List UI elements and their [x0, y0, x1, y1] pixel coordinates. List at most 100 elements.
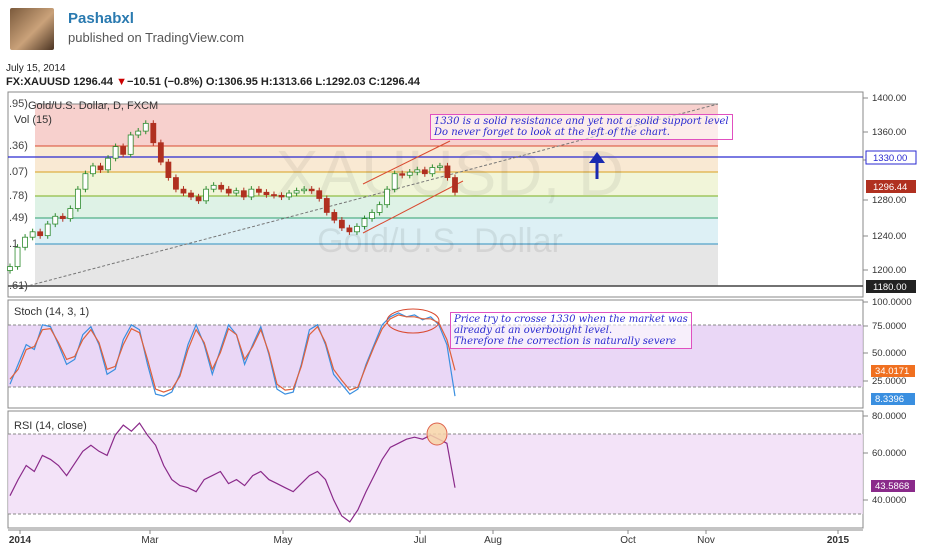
- candle[interactable]: [165, 161, 172, 178]
- candle[interactable]: [338, 219, 345, 229]
- x-tick-label: 2015: [827, 535, 850, 546]
- candle[interactable]: [286, 192, 292, 198]
- rsi-band: [8, 434, 863, 514]
- candle[interactable]: [157, 142, 164, 163]
- candle[interactable]: [142, 122, 149, 132]
- fib-label: .07): [9, 166, 28, 178]
- y-tick-label: 1280.00: [872, 195, 906, 206]
- candle[interactable]: [203, 188, 210, 202]
- stoch-d-tag: 8.3396: [875, 394, 904, 405]
- candle[interactable]: [414, 169, 421, 173]
- candle[interactable]: [316, 190, 323, 199]
- candle[interactable]: [263, 191, 270, 196]
- candle[interactable]: [361, 218, 368, 227]
- candle[interactable]: [112, 146, 119, 159]
- candle[interactable]: [218, 184, 225, 190]
- watermark-name: Gold/U.S. Dollar: [317, 222, 563, 260]
- y-tick-label: 1240.00: [872, 231, 906, 242]
- candle[interactable]: [180, 188, 187, 194]
- resistance-tag: 1330.00: [873, 153, 907, 164]
- fib-label: .61): [9, 280, 28, 292]
- candle[interactable]: [331, 212, 338, 221]
- candle[interactable]: [271, 194, 277, 197]
- candle[interactable]: [391, 173, 398, 190]
- candle[interactable]: [240, 190, 247, 198]
- main-title: Gold/U.S. Dollar, D, FXCM: [28, 100, 159, 112]
- x-axis[interactable]: 2014 Mar May Jul Aug Oct Nov 2015: [8, 529, 863, 546]
- candle[interactable]: [150, 122, 157, 144]
- fib-label: .36): [9, 140, 28, 152]
- candle[interactable]: [7, 266, 13, 271]
- candle[interactable]: [135, 130, 142, 136]
- candle[interactable]: [278, 194, 285, 198]
- stoch-annotation[interactable]: Price try to crosse 1330 when the market…: [450, 312, 692, 349]
- x-tick-label: Jul: [414, 535, 427, 546]
- y-tick-label: 25.0000: [872, 376, 906, 387]
- candle[interactable]: [29, 231, 36, 238]
- candle[interactable]: [44, 223, 51, 237]
- fib-label: .95): [9, 98, 28, 110]
- candle[interactable]: [255, 188, 262, 193]
- rsi-title: RSI (14, close): [14, 420, 87, 432]
- chart-canvas[interactable]: XAUUSD, D Gold/U.S. Dollar .95).36).07).…: [0, 0, 932, 550]
- x-tick-label: Aug: [484, 535, 502, 546]
- candle[interactable]: [429, 167, 436, 175]
- candle[interactable]: [346, 227, 353, 233]
- candle[interactable]: [384, 188, 391, 206]
- y-tick-label: 1200.00: [872, 265, 906, 276]
- candle[interactable]: [105, 157, 111, 171]
- candle[interactable]: [437, 165, 443, 168]
- rsi-circle[interactable]: [426, 422, 448, 446]
- x-tick-label: May: [274, 535, 293, 546]
- candle[interactable]: [354, 225, 360, 233]
- y-tick-label: 40.0000: [872, 495, 906, 506]
- x-tick-label: Oct: [620, 535, 636, 546]
- candle[interactable]: [188, 192, 194, 198]
- candle[interactable]: [67, 208, 74, 220]
- candle[interactable]: [301, 188, 308, 192]
- candle[interactable]: [82, 173, 89, 190]
- candle[interactable]: [452, 177, 458, 193]
- candle[interactable]: [248, 188, 255, 198]
- candle[interactable]: [37, 231, 44, 237]
- candle[interactable]: [376, 204, 383, 213]
- fib-label: .49): [9, 212, 28, 224]
- candle[interactable]: [369, 212, 375, 220]
- candle[interactable]: [173, 177, 179, 190]
- candle[interactable]: [233, 190, 240, 194]
- candle[interactable]: [90, 165, 96, 175]
- candle[interactable]: [323, 198, 330, 213]
- candle[interactable]: [22, 236, 28, 248]
- x-tick-label: 2014: [9, 535, 32, 546]
- candle[interactable]: [421, 169, 428, 175]
- candle[interactable]: [59, 215, 66, 220]
- candle[interactable]: [210, 184, 217, 190]
- candle[interactable]: [225, 188, 232, 194]
- candle[interactable]: [14, 246, 21, 268]
- rsi-tag: 43.5868: [875, 481, 909, 492]
- candle[interactable]: [444, 165, 451, 178]
- main-annotation[interactable]: 1330 is a solid resistance and yet not a…: [430, 114, 733, 140]
- stoch-band: [8, 325, 863, 387]
- price-tag: 1296.44: [873, 182, 907, 193]
- y-tick-label: 1360.00: [872, 127, 906, 138]
- candle[interactable]: [74, 188, 81, 209]
- candle[interactable]: [127, 134, 134, 155]
- y-tick-label: 100.0000: [872, 297, 912, 308]
- candle[interactable]: [308, 188, 315, 192]
- candle[interactable]: [399, 173, 406, 176]
- x-tick-label: Mar: [141, 535, 159, 546]
- candle[interactable]: [120, 146, 127, 155]
- candle[interactable]: [52, 215, 59, 225]
- volume-label: Vol (15): [14, 114, 52, 126]
- stoch-title: Stoch (14, 3, 1): [14, 306, 90, 318]
- y-tick-label: 50.0000: [872, 348, 906, 359]
- y-tick-label: 80.0000: [872, 411, 906, 422]
- candle[interactable]: [97, 165, 104, 171]
- stoch-k-tag: 34.0171: [875, 366, 909, 377]
- candle[interactable]: [195, 196, 202, 202]
- fib-label: .1: [9, 238, 18, 250]
- candle[interactable]: [406, 171, 413, 176]
- y-tick-label: 60.0000: [872, 448, 906, 459]
- candle[interactable]: [293, 190, 300, 194]
